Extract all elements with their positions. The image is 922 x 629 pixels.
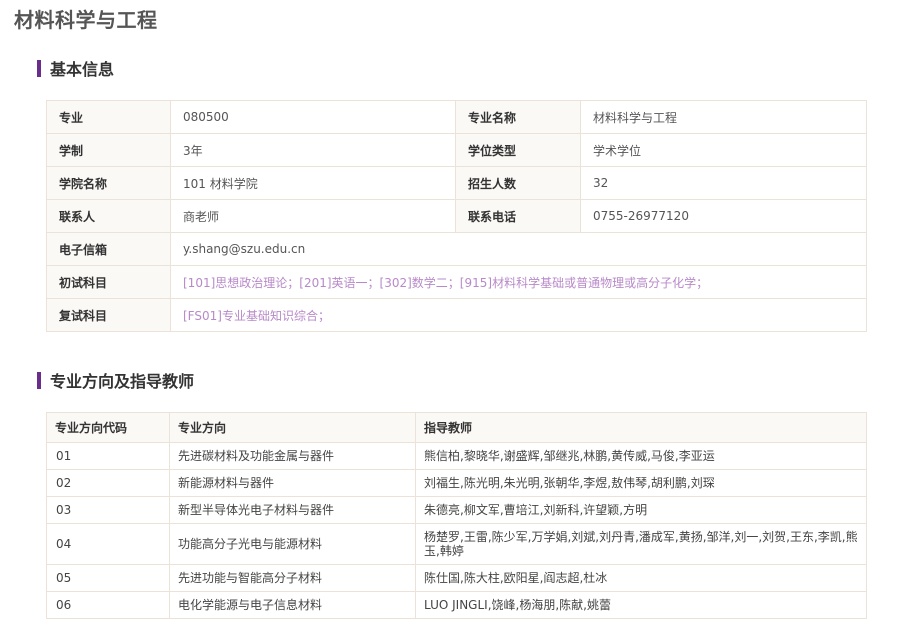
directions-header-row: 专业方向代码 专业方向 指导教师 [46, 412, 867, 443]
direction-code: 06 [46, 591, 170, 619]
info-label: 专业名称 [455, 100, 581, 134]
column-header-code: 专业方向代码 [46, 412, 170, 443]
table-row: 03 新型半导体光电子材料与器件 朱德亮,柳文军,曹培江,刘新科,许望颖,方明 [46, 496, 867, 524]
page-title: 材料科学与工程 [14, 8, 158, 32]
direction-advisors: LUO JINGLI,饶峰,杨海朋,陈献,姚蕾 [415, 591, 867, 619]
table-row: 04 功能高分子光电与能源材料 杨楚罗,王雷,陈少军,万学娟,刘斌,刘丹青,潘成… [46, 523, 867, 565]
table-row: 05 先进功能与智能高分子材料 陈仕国,陈大柱,欧阳星,阎志超,杜冰 [46, 564, 867, 592]
direction-advisors: 熊信柏,黎晓华,谢盛辉,邹继兆,林鹏,黄传威,马俊,李亚运 [415, 442, 867, 470]
basic-info-table: 专业 080500 专业名称 材料科学与工程 学制 3年 学位类型 学术学位 学… [46, 100, 867, 332]
info-label: 招生人数 [455, 166, 581, 200]
direction-name: 先进碳材料及功能金属与器件 [169, 442, 416, 470]
direction-advisors: 杨楚罗,王雷,陈少军,万学娟,刘斌,刘丹青,潘成军,黄扬,邹洋,刘一,刘贺,王东… [415, 523, 867, 565]
info-row: 学院名称 101 材料学院 招生人数 32 [46, 166, 867, 200]
column-header-advisors: 指导教师 [415, 412, 867, 443]
direction-code: 04 [46, 523, 170, 565]
direction-name: 先进功能与智能高分子材料 [169, 564, 416, 592]
info-row-initial-exam: 初试科目 [101]思想政治理论；[201]英语一；[302]数学二；[915]… [46, 265, 867, 299]
info-row: 学制 3年 学位类型 学术学位 [46, 133, 867, 167]
basic-info-section-title: 基本信息 [50, 60, 115, 79]
info-row-email: 电子信箱 y.shang@szu.edu.cn [46, 232, 867, 266]
direction-name: 功能高分子光电与能源材料 [169, 523, 416, 565]
retest-subjects-link[interactable]: [FS01]专业基础知识综合； [170, 298, 867, 332]
direction-name: 新能源材料与器件 [169, 469, 416, 497]
column-header-direction: 专业方向 [169, 412, 416, 443]
info-value: 080500 [170, 100, 456, 134]
initial-exam-subjects-link[interactable]: [101]思想政治理论；[201]英语一；[302]数学二；[915]材料科学基… [170, 265, 867, 299]
section-accent-bar [37, 371, 41, 389]
email-label: 电子信箱 [46, 232, 171, 266]
directions-section-title: 专业方向及指导教师 [50, 372, 195, 391]
info-label: 联系人 [46, 199, 171, 233]
info-label: 学制 [46, 133, 171, 167]
table-row: 01 先进碳材料及功能金属与器件 熊信柏,黎晓华,谢盛辉,邹继兆,林鹏,黄传威,… [46, 442, 867, 470]
info-label: 学院名称 [46, 166, 171, 200]
retest-label: 复试科目 [46, 298, 171, 332]
info-label: 学位类型 [455, 133, 581, 167]
directions-table: 专业方向代码 专业方向 指导教师 01 先进碳材料及功能金属与器件 熊信柏,黎晓… [46, 412, 867, 619]
info-value: 101 材料学院 [170, 166, 456, 200]
info-label: 联系电话 [455, 199, 581, 233]
section-accent-bar [37, 59, 41, 77]
info-value: 商老师 [170, 199, 456, 233]
direction-code: 02 [46, 469, 170, 497]
basic-info-section-header: 基本信息 [37, 58, 115, 79]
direction-advisors: 朱德亮,柳文军,曹培江,刘新科,许望颖,方明 [415, 496, 867, 524]
initial-exam-label: 初试科目 [46, 265, 171, 299]
table-row: 06 电化学能源与电子信息材料 LUO JINGLI,饶峰,杨海朋,陈献,姚蕾 [46, 591, 867, 619]
direction-name: 电化学能源与电子信息材料 [169, 591, 416, 619]
direction-code: 05 [46, 564, 170, 592]
direction-code: 03 [46, 496, 170, 524]
info-row: 联系人 商老师 联系电话 0755-26977120 [46, 199, 867, 233]
directions-section-header: 专业方向及指导教师 [37, 370, 195, 391]
info-value: 学术学位 [580, 133, 867, 167]
direction-advisors: 刘福生,陈光明,朱光明,张朝华,李煜,敖伟琴,胡利鹏,刘琛 [415, 469, 867, 497]
info-value: 材料科学与工程 [580, 100, 867, 134]
direction-code: 01 [46, 442, 170, 470]
info-value: 0755-26977120 [580, 199, 867, 233]
info-label: 专业 [46, 100, 171, 134]
direction-advisors: 陈仕国,陈大柱,欧阳星,阎志超,杜冰 [415, 564, 867, 592]
direction-name: 新型半导体光电子材料与器件 [169, 496, 416, 524]
info-value: 32 [580, 166, 867, 200]
info-row: 专业 080500 专业名称 材料科学与工程 [46, 100, 867, 134]
info-value: 3年 [170, 133, 456, 167]
email-value[interactable]: y.shang@szu.edu.cn [170, 232, 867, 266]
table-row: 02 新能源材料与器件 刘福生,陈光明,朱光明,张朝华,李煜,敖伟琴,胡利鹏,刘… [46, 469, 867, 497]
info-row-retest: 复试科目 [FS01]专业基础知识综合； [46, 298, 867, 332]
